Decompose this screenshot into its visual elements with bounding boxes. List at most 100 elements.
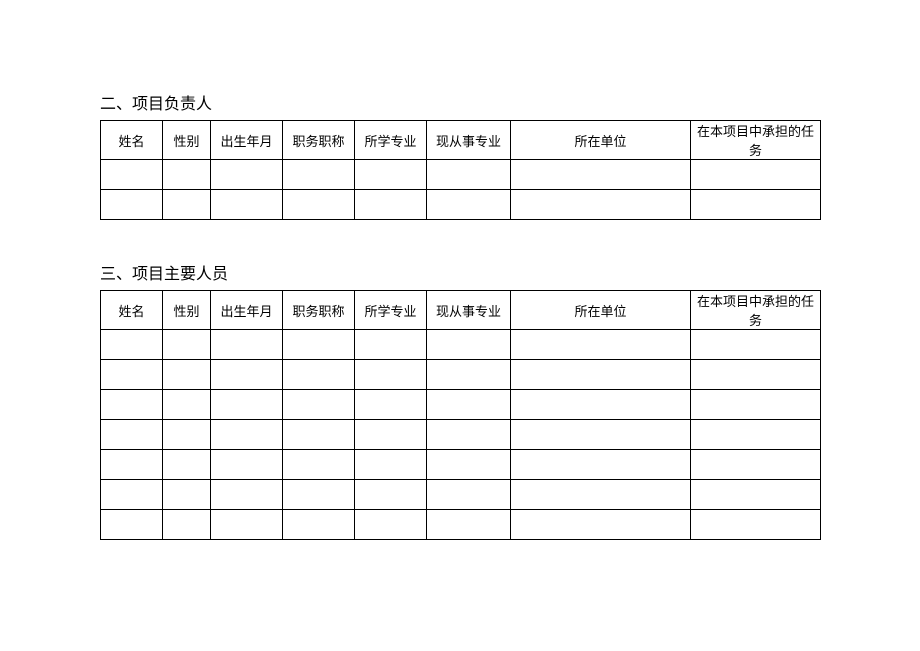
header-major: 所学专业: [355, 121, 427, 160]
cell: [283, 450, 355, 480]
table-project-leader: 姓名 性别 出生年月 职务职称 所学专业 现从事专业 所在单位 在本项目中承担的…: [100, 120, 821, 220]
cell: [511, 160, 691, 190]
table-row: [101, 360, 821, 390]
cell: [283, 160, 355, 190]
cell: [101, 390, 163, 420]
cell: [163, 510, 211, 540]
cell: [355, 480, 427, 510]
cell: [101, 190, 163, 220]
cell: [163, 480, 211, 510]
cell: [163, 390, 211, 420]
header-birth: 出生年月: [211, 291, 283, 330]
section-title-1: 二、项目负责人: [100, 90, 820, 114]
cell: [427, 450, 511, 480]
table-header-row: 姓名 性别 出生年月 职务职称 所学专业 现从事专业 所在单位 在本项目中承担的…: [101, 121, 821, 160]
header-gender: 性别: [163, 121, 211, 160]
table-row: [101, 330, 821, 360]
table-header-row: 姓名 性别 出生年月 职务职称 所学专业 现从事专业 所在单位 在本项目中承担的…: [101, 291, 821, 330]
table-row: [101, 420, 821, 450]
cell: [511, 390, 691, 420]
cell: [511, 330, 691, 360]
cell: [211, 190, 283, 220]
cell: [283, 480, 355, 510]
cell: [691, 390, 821, 420]
cell: [101, 360, 163, 390]
cell: [163, 330, 211, 360]
cell: [283, 510, 355, 540]
cell: [101, 420, 163, 450]
cell: [355, 390, 427, 420]
header-org: 所在单位: [511, 291, 691, 330]
header-title: 职务职称: [283, 121, 355, 160]
cell: [355, 330, 427, 360]
header-gender: 性别: [163, 291, 211, 330]
cell: [691, 480, 821, 510]
cell: [511, 510, 691, 540]
cell: [211, 360, 283, 390]
cell: [163, 160, 211, 190]
cell: [283, 330, 355, 360]
cell: [211, 450, 283, 480]
table-row: [101, 510, 821, 540]
cell: [427, 190, 511, 220]
cell: [691, 360, 821, 390]
cell: [511, 190, 691, 220]
cell: [283, 360, 355, 390]
cell: [691, 330, 821, 360]
cell: [511, 420, 691, 450]
table-row: [101, 160, 821, 190]
cell: [511, 480, 691, 510]
cell: [691, 510, 821, 540]
section-project-members: 三、项目主要人员 姓名 性别 出生年月 职务职称 所学专业 现从事专业 所在单位…: [100, 260, 820, 540]
table-project-members: 姓名 性别 出生年月 职务职称 所学专业 现从事专业 所在单位 在本项目中承担的…: [100, 290, 821, 540]
header-major: 所学专业: [355, 291, 427, 330]
table-row: [101, 450, 821, 480]
cell: [101, 450, 163, 480]
cell: [511, 360, 691, 390]
cell: [355, 360, 427, 390]
cell: [427, 330, 511, 360]
cell: [101, 330, 163, 360]
cell: [427, 160, 511, 190]
header-current: 现从事专业: [427, 291, 511, 330]
header-current: 现从事专业: [427, 121, 511, 160]
cell: [211, 420, 283, 450]
cell: [355, 190, 427, 220]
cell: [211, 330, 283, 360]
header-name: 姓名: [101, 121, 163, 160]
table-row: [101, 480, 821, 510]
cell: [211, 390, 283, 420]
cell: [427, 420, 511, 450]
cell: [283, 420, 355, 450]
cell: [511, 450, 691, 480]
cell: [101, 480, 163, 510]
table-row: [101, 190, 821, 220]
cell: [355, 450, 427, 480]
cell: [427, 360, 511, 390]
cell: [211, 510, 283, 540]
header-title: 职务职称: [283, 291, 355, 330]
cell: [691, 160, 821, 190]
section-title-2: 三、项目主要人员: [100, 260, 820, 284]
cell: [211, 480, 283, 510]
cell: [211, 160, 283, 190]
cell: [163, 450, 211, 480]
cell: [163, 190, 211, 220]
cell: [163, 420, 211, 450]
cell: [101, 510, 163, 540]
header-birth: 出生年月: [211, 121, 283, 160]
header-name: 姓名: [101, 291, 163, 330]
cell: [163, 360, 211, 390]
table-row: [101, 390, 821, 420]
cell: [427, 510, 511, 540]
header-task: 在本项目中承担的任务: [691, 121, 821, 160]
section-project-leader: 二、项目负责人 姓名 性别 出生年月 职务职称 所学专业 现从事专业 所在单位 …: [100, 90, 820, 220]
cell: [427, 480, 511, 510]
cell: [427, 390, 511, 420]
cell: [101, 160, 163, 190]
cell: [691, 420, 821, 450]
cell: [355, 420, 427, 450]
cell: [691, 190, 821, 220]
cell: [355, 510, 427, 540]
header-task: 在本项目中承担的任务: [691, 291, 821, 330]
